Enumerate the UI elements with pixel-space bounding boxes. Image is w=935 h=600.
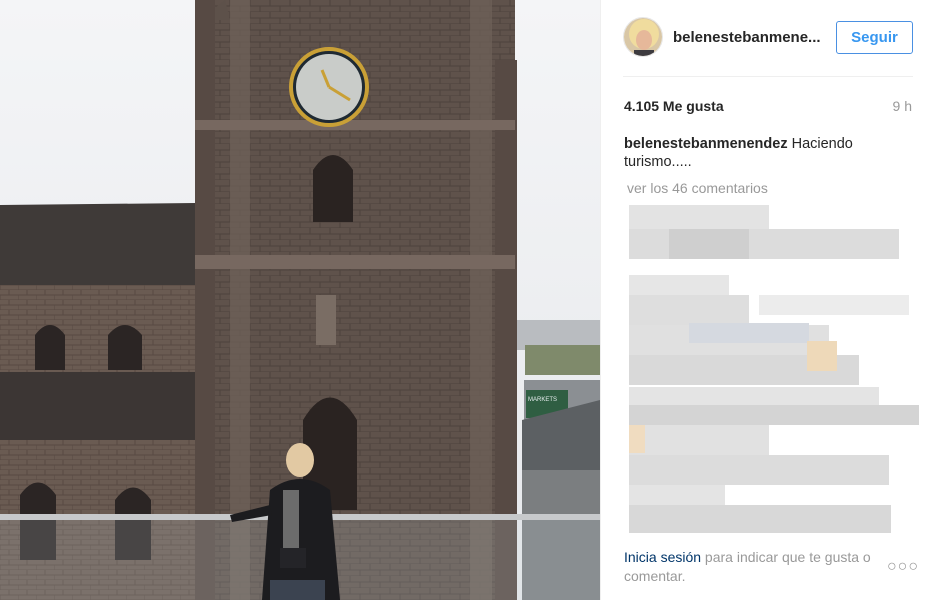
blurred-comments xyxy=(629,205,921,535)
login-prompt: Inicia sesión para indicar que te gusta … xyxy=(624,548,894,586)
follow-button[interactable]: Seguir xyxy=(836,20,913,54)
avatar[interactable] xyxy=(623,17,663,57)
username-link[interactable]: belenestebanmene... xyxy=(673,29,821,46)
likes-count[interactable]: 4.105 Me gusta xyxy=(624,98,724,114)
header-divider xyxy=(623,76,913,77)
more-options-icon[interactable]: ○○○ xyxy=(887,558,919,576)
avatar-image xyxy=(624,18,662,56)
post-sidebar: belenestebanmene... Seguir 4.105 Me gust… xyxy=(600,0,935,600)
login-link[interactable]: Inicia sesión xyxy=(624,549,701,565)
markets-sign-text: MARKETS xyxy=(528,397,557,403)
church-photo-image: MARKETS xyxy=(0,0,600,600)
view-comments-link[interactable]: ver los 46 comentarios xyxy=(627,180,768,196)
post-caption: belenestebanmenendez Haciendo turismo...… xyxy=(624,135,904,171)
post-header: belenestebanmene... Seguir xyxy=(623,16,913,58)
caption-username[interactable]: belenestebanmenendez xyxy=(624,136,788,152)
post-timestamp[interactable]: 9 h xyxy=(893,98,912,114)
post-photo[interactable]: MARKETS xyxy=(0,0,600,600)
likes-row: 4.105 Me gusta 9 h xyxy=(624,98,912,114)
